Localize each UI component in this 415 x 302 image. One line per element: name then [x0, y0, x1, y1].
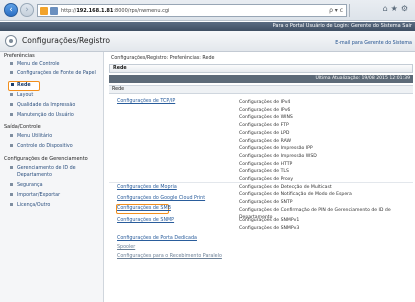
bullet-icon — [10, 193, 13, 196]
site-favicon-icon — [40, 7, 48, 15]
bullet-icon — [11, 83, 14, 86]
dedicated-port-link[interactable]: Configurações de Porta Dedicada — [117, 236, 197, 241]
url-text: http://192.168.1.81:8000/rps/nwmenu.cgi — [61, 8, 170, 14]
address-bar[interactable]: http://192.168.1.81:8000/rps/nwmenu.cgi … — [37, 4, 347, 17]
tcpip-sub-item: Configurações de SNTP — [239, 200, 293, 206]
email-admin-link[interactable]: E-mail para Gerente do Sistema — [335, 41, 412, 46]
snmp-settings-link[interactable]: Configurações de SNMP — [117, 218, 174, 223]
bullet-icon — [10, 144, 13, 147]
snmp-sub-item: Configurações de SNMPv1 — [239, 218, 300, 223]
tcpip-sub-item: Configurações de WINS — [239, 115, 293, 121]
top-links-bar: Para o Portal Usuário de Login: Gerente … — [0, 22, 415, 31]
bullet-icon — [10, 93, 13, 96]
sidebar-item-license[interactable]: Licença/Outro — [10, 203, 50, 208]
breadcrumb: Configurações/Registro: Preferências: Re… — [111, 56, 215, 61]
bullet-icon — [10, 134, 13, 137]
page-header: Configurações/Registro E-mail para Geren… — [0, 31, 415, 52]
sidebar-item-device-control[interactable]: Controle do Dispositivo — [10, 144, 73, 149]
parallel-receive-link[interactable]: Configurações para o Recebimento Paralel… — [117, 254, 222, 259]
back-button[interactable]: ‹ — [4, 3, 18, 17]
snmp-sub-item: Configurações de SNMPv3 — [239, 226, 300, 231]
sidebar-item-user-maintenance[interactable]: Manutenção do Usuário — [10, 113, 74, 118]
page-title: Configurações/Registro — [22, 36, 111, 45]
tcpip-sub-item: Configurações de Notificação de Modo de … — [239, 192, 352, 198]
sidebar-section-management: Configurações de Gerenciamento — [4, 156, 88, 162]
tcpip-sub-item: Configurações de RAW — [239, 138, 292, 144]
sidebar-item-control-menu[interactable]: Menu de Controle — [10, 62, 60, 67]
tcpip-sub-item: Configurações de Impressão WSD — [239, 153, 317, 159]
forward-arrow-icon: › — [25, 5, 29, 15]
bullet-icon — [10, 71, 13, 74]
sidebar-section-output: Saída/Controle — [4, 124, 41, 130]
window-tool-icons[interactable]: ⌂★⚙ — [383, 4, 411, 13]
sidebar-item-utility-menu[interactable]: Menu Utilitário — [10, 134, 52, 139]
tcpip-sub-item: Configurações de TLS — [239, 169, 289, 175]
main-content: Configurações/Registro: Preferências: Re… — [105, 52, 415, 302]
top-links[interactable]: Para o Portal Usuário de Login: Gerente … — [273, 23, 412, 29]
update-bar: Última Atualização: 19/08 2015 12:01:39 — [109, 75, 413, 83]
bullet-icon — [10, 103, 13, 106]
sidebar: Preferências Menu de Controle Configuraç… — [0, 52, 104, 302]
google-cloud-print-link[interactable]: Configurações do Google Cloud Print — [117, 196, 205, 201]
tcpip-sub-item: Configurações de IPv4 — [239, 100, 291, 105]
subsection-title: Rede — [112, 87, 125, 92]
browser-toolbar: ‹ › http://192.168.1.81:8000/rps/nwmenu.… — [0, 0, 415, 21]
bullet-icon — [10, 203, 13, 206]
spooler-link[interactable]: Spooler — [117, 245, 135, 250]
tab-separator — [349, 4, 350, 17]
sidebar-item-network[interactable]: Rede — [8, 81, 40, 91]
row-divider — [109, 182, 413, 183]
tcpip-settings-link[interactable]: Configurações de TCP/IP — [117, 99, 175, 104]
tcpip-sub-item: Configurações de FTP — [239, 123, 289, 129]
address-tools[interactable]: ρ ▾ c — [329, 7, 343, 14]
sidebar-item-dept-id-cont[interactable]: Departamento — [17, 173, 52, 178]
sidebar-item-security[interactable]: Segurança — [10, 183, 43, 188]
tcpip-sub-item: Configurações de LPD — [239, 130, 290, 136]
section-header: Rede — [109, 64, 413, 73]
bullet-icon — [10, 166, 13, 169]
bullet-icon — [10, 183, 13, 186]
tcpip-sub-item: Configurações de Detecção de Multicast — [239, 184, 332, 190]
section-title: Rede — [113, 66, 127, 71]
tcpip-sub-item: Configurações de IPv6 — [239, 107, 291, 113]
smb-settings-link[interactable]: Configurações de SMB — [117, 206, 171, 211]
sidebar-item-import-export[interactable]: Importar/Exportar — [10, 193, 60, 198]
last-update: Última Atualização: 19/08 2015 12:01:39 — [315, 76, 410, 81]
sidebar-item-dept-id[interactable]: Gerenciamento de ID de — [10, 166, 76, 171]
sidebar-item-print-quality[interactable]: Qualidade da Impressão — [10, 103, 75, 108]
mopria-settings-link[interactable]: Configurações de Mopria — [117, 185, 177, 190]
page-icon — [50, 7, 58, 15]
sidebar-item-layout[interactable]: Layout — [10, 93, 33, 98]
sidebar-item-paper-source[interactable]: Configurações de Fonte de Papel — [10, 71, 96, 76]
tcpip-sub-item: Configurações de Impressão IPP — [239, 146, 313, 152]
bullet-icon — [10, 113, 13, 116]
tcpip-sub-item: Configurações de Confirmação de PIN de G… — [239, 207, 391, 213]
back-arrow-icon: ‹ — [9, 5, 13, 15]
forward-button[interactable]: › — [20, 3, 34, 17]
subsection-header: Rede — [109, 85, 413, 94]
bullet-icon — [10, 62, 13, 65]
sidebar-section-preferences: Preferências — [4, 53, 35, 59]
tcpip-sub-item: Configurações de HTTP — [239, 161, 293, 167]
settings-logo-icon — [5, 35, 17, 47]
